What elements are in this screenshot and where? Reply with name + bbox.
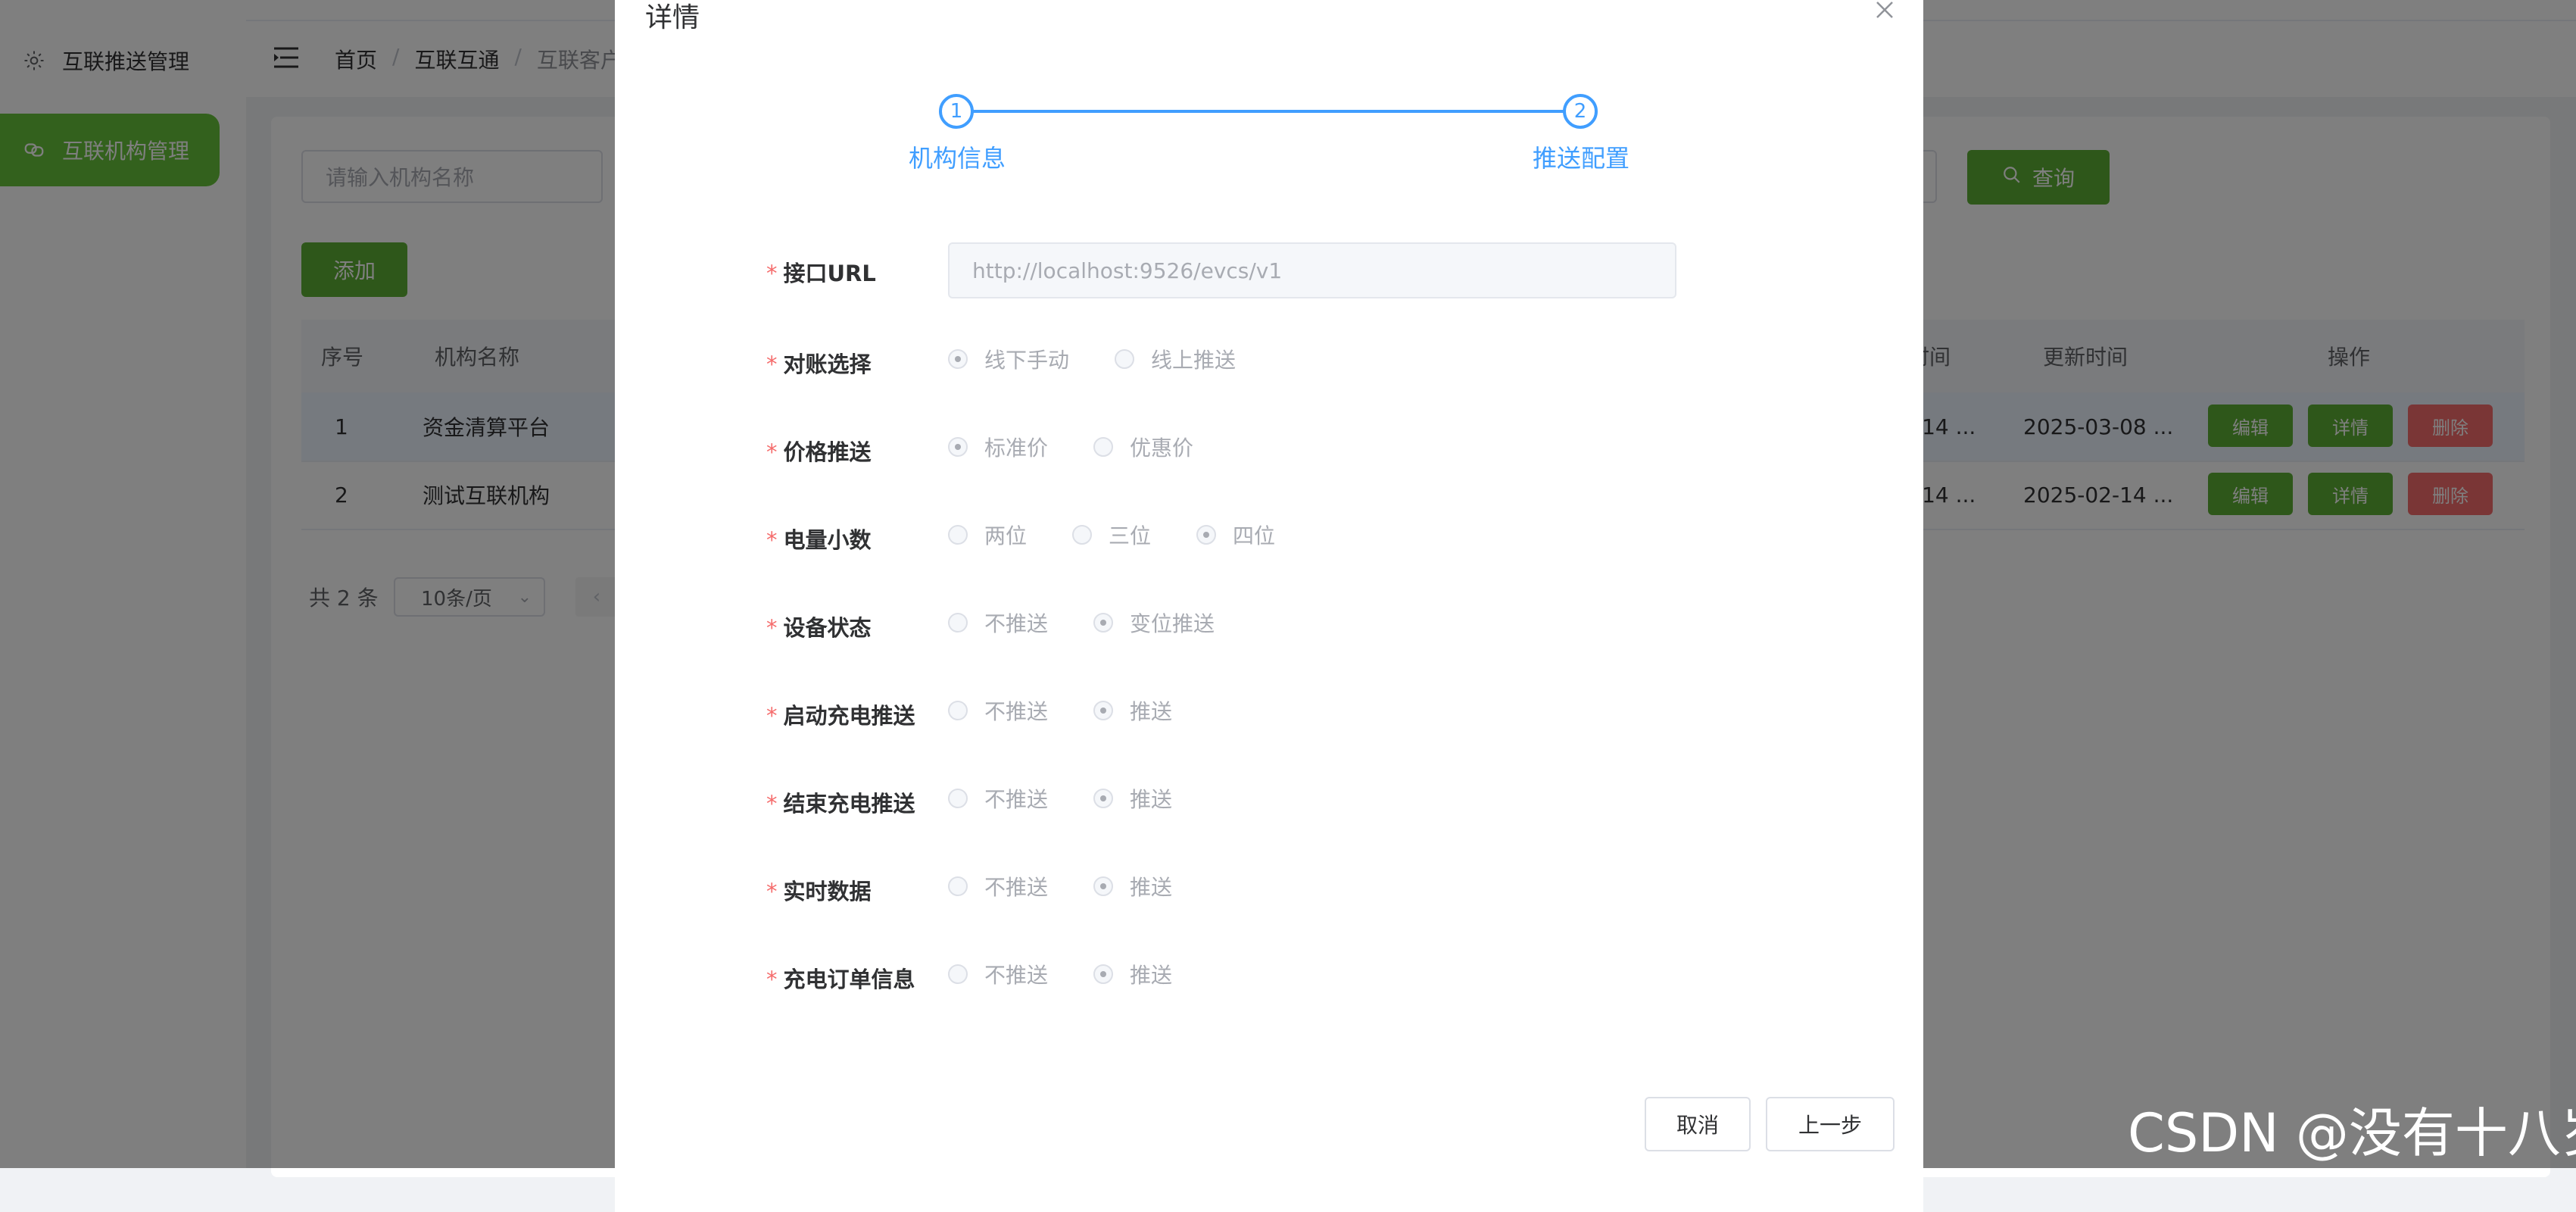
label-text: 充电订单信息 <box>783 967 915 992</box>
radio-circle-icon <box>948 789 968 808</box>
required-mark: * <box>766 527 778 553</box>
radio-label: 不推送 <box>984 963 1049 988</box>
radio-label: 标准价 <box>984 436 1049 461</box>
radio-label: 推送 <box>1130 875 1173 900</box>
radio-label: 线上推送 <box>1151 348 1237 373</box>
form-label-7: * 实时数据 <box>766 874 872 906</box>
radio-label: 不推送 <box>984 699 1049 724</box>
radio-circle-icon <box>1093 964 1113 984</box>
radio-option[interactable]: 不推送 <box>948 608 1048 638</box>
radio-label: 三位 <box>1109 523 1152 548</box>
radio-label: 推送 <box>1130 963 1173 988</box>
radio-circle-icon <box>948 613 968 633</box>
radio-option[interactable]: 线上推送 <box>1115 344 1236 374</box>
radio-label: 两位 <box>984 523 1028 548</box>
label-text: 价格推送 <box>783 439 872 465</box>
form-label-6: * 结束充电推送 <box>766 786 915 818</box>
radio-circle-icon <box>1115 349 1134 369</box>
label-text: 结束充电推送 <box>783 791 915 817</box>
radio-circle-icon <box>1093 876 1113 896</box>
label-text: 接口URL <box>783 261 876 286</box>
radio-label: 变位推送 <box>1130 611 1215 636</box>
label-text: 对账选择 <box>783 351 872 377</box>
radio-circle-icon <box>948 349 968 369</box>
radio-label: 不推送 <box>984 787 1049 812</box>
radio-circle-icon <box>1196 525 1216 545</box>
radio-circle-icon <box>1093 613 1113 633</box>
close-icon[interactable] <box>1873 0 1896 21</box>
radio-label: 优惠价 <box>1130 436 1194 461</box>
radio-option[interactable]: 优惠价 <box>1093 432 1193 462</box>
required-mark: * <box>766 703 778 729</box>
label-text: 启动充电推送 <box>783 703 915 729</box>
cancel-button[interactable]: 取消 <box>1645 1097 1751 1151</box>
radio-option[interactable]: 推送 <box>1093 871 1172 901</box>
radio-option[interactable]: 四位 <box>1196 520 1275 550</box>
radio-circle-icon <box>948 525 968 545</box>
radio-circle-icon <box>948 701 968 720</box>
steps-progress-line <box>957 110 1578 113</box>
radio-circle-icon <box>948 437 968 457</box>
detail-dialog: 详情 1 机构信息 2 推送配置 * 接口URL http://localhost… <box>615 0 1923 1212</box>
step-1-icon: 1 <box>939 94 974 129</box>
radio-circle-icon <box>1072 525 1092 545</box>
radio-label: 四位 <box>1233 523 1276 548</box>
form-label-url: * 接口URL <box>766 256 876 288</box>
form-label-4: * 设备状态 <box>766 611 872 642</box>
radio-option[interactable]: 不推送 <box>948 783 1048 814</box>
watermark: CSDN @没有十八岁 <box>2128 1102 2576 1164</box>
radio-circle-icon <box>1093 701 1113 720</box>
radio-label: 不推送 <box>984 875 1049 900</box>
radio-option[interactable]: 三位 <box>1072 520 1151 550</box>
required-mark: * <box>766 261 778 286</box>
required-mark: * <box>766 615 778 641</box>
label-text: 设备状态 <box>783 615 872 641</box>
radio-circle-icon <box>948 876 968 896</box>
required-mark: * <box>766 791 778 817</box>
radio-option[interactable]: 变位推送 <box>1093 608 1215 638</box>
dialog-title: 详情 <box>645 2 700 33</box>
required-mark: * <box>766 967 778 992</box>
label-text: 电量小数 <box>783 527 872 553</box>
step-2-icon: 2 <box>1563 94 1598 129</box>
radio-option[interactable]: 两位 <box>948 520 1027 550</box>
required-mark: * <box>766 351 778 377</box>
required-mark: * <box>766 439 778 465</box>
form-label-3: * 电量小数 <box>766 523 872 554</box>
radio-circle-icon <box>1093 437 1113 457</box>
url-value: http://localhost:9526/evcs/v1 <box>972 258 1283 283</box>
interface-url-input[interactable]: http://localhost:9526/evcs/v1 <box>948 242 1676 298</box>
required-mark: * <box>766 879 778 904</box>
step-1-label: 机构信息 <box>909 144 1006 173</box>
radio-option[interactable]: 不推送 <box>948 959 1048 989</box>
form-label-2: * 价格推送 <box>766 435 872 467</box>
radio-label: 推送 <box>1130 787 1173 812</box>
form-label-8: * 充电订单信息 <box>766 962 915 994</box>
radio-option[interactable]: 线下手动 <box>948 344 1069 374</box>
radio-option[interactable]: 推送 <box>1093 783 1172 814</box>
radio-label: 不推送 <box>984 611 1049 636</box>
radio-label: 线下手动 <box>984 348 1070 373</box>
radio-option[interactable]: 推送 <box>1093 695 1172 726</box>
radio-option[interactable]: 不推送 <box>948 871 1048 901</box>
radio-option[interactable]: 不推送 <box>948 695 1048 726</box>
radio-option[interactable]: 推送 <box>1093 959 1172 989</box>
step-2-label: 推送配置 <box>1533 144 1630 173</box>
radio-circle-icon <box>948 964 968 984</box>
previous-step-button[interactable]: 上一步 <box>1766 1097 1895 1151</box>
radio-circle-icon <box>1093 789 1113 808</box>
form-label-5: * 启动充电推送 <box>766 698 915 730</box>
radio-label: 推送 <box>1130 699 1173 724</box>
radio-option[interactable]: 标准价 <box>948 432 1048 462</box>
label-text: 实时数据 <box>783 879 872 904</box>
form-label-1: * 对账选择 <box>766 347 872 379</box>
